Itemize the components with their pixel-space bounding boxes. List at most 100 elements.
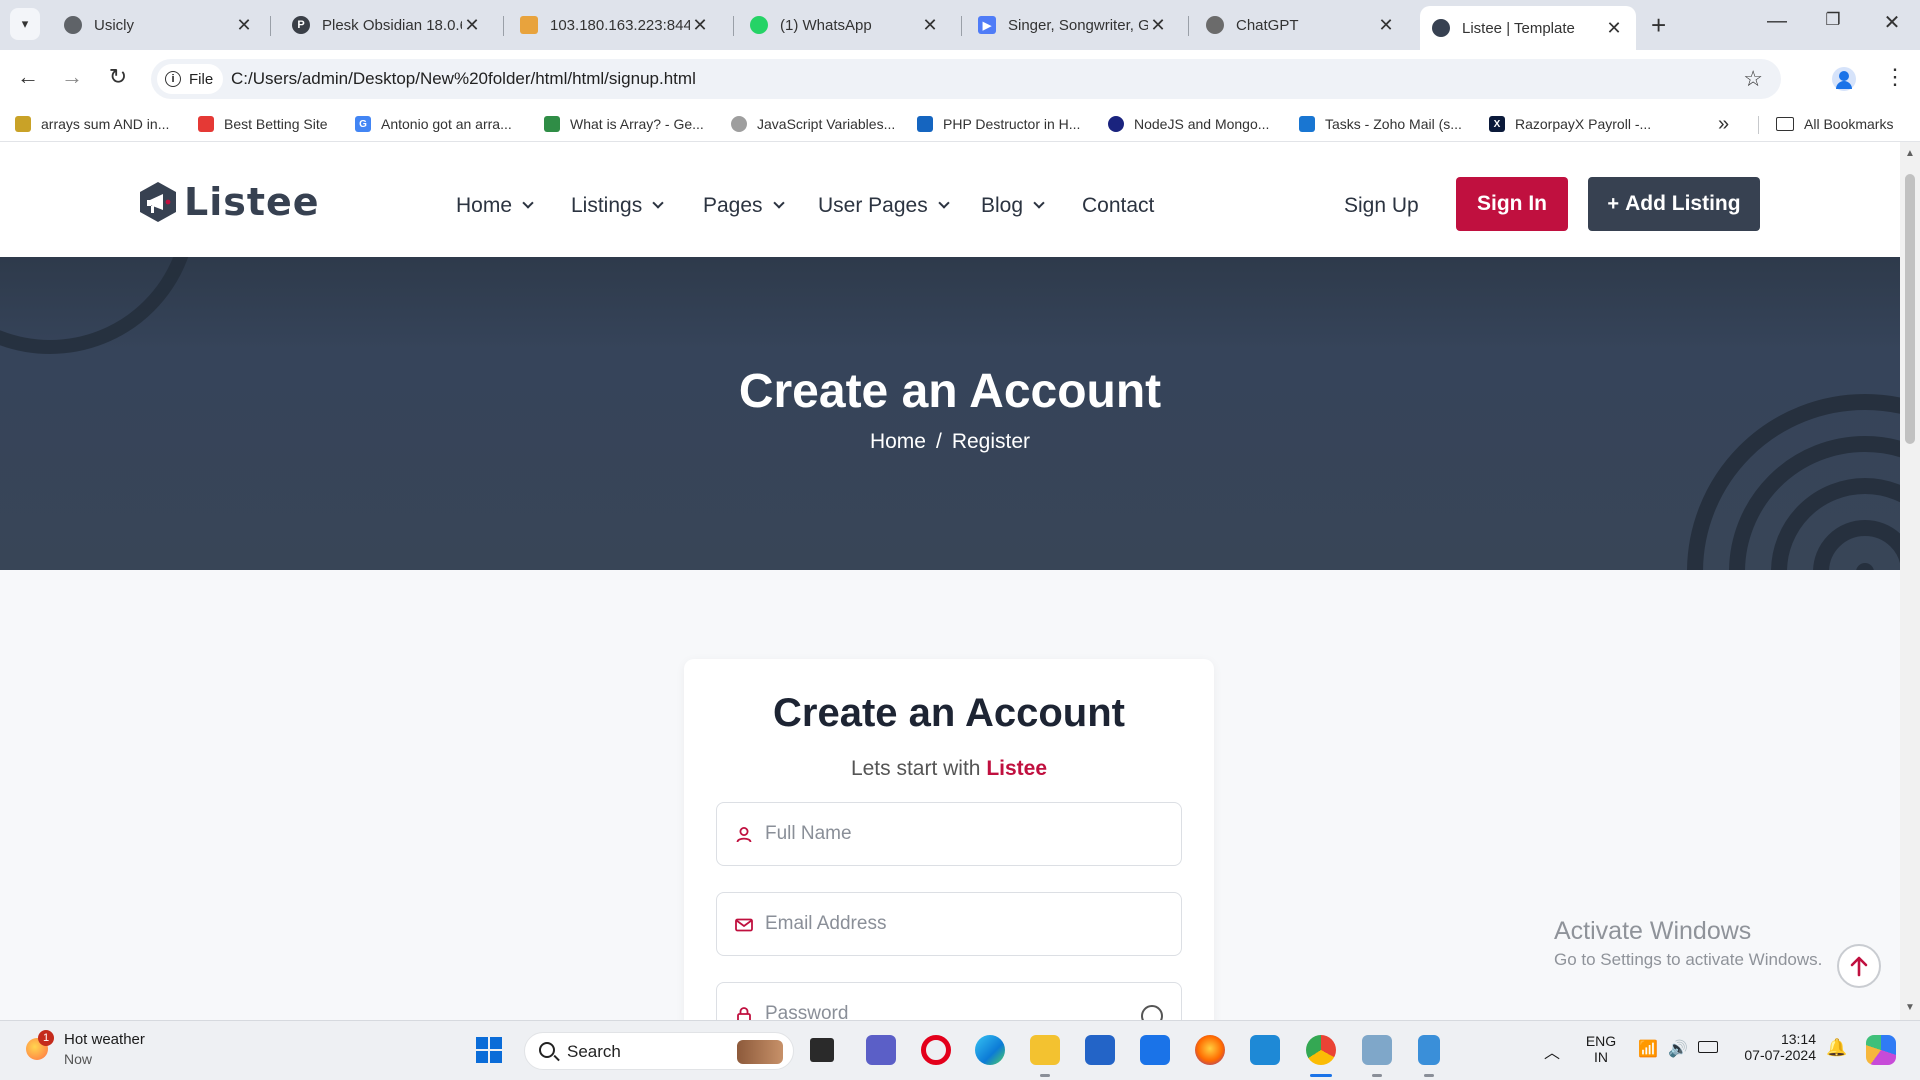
email-input[interactable] [765, 905, 1165, 943]
firefox-icon[interactable] [1195, 1035, 1225, 1065]
new-tab-button[interactable]: + [1651, 10, 1666, 41]
teams-icon[interactable] [866, 1035, 896, 1065]
url-text[interactable]: C:/Users/admin/Desktop/New%20folder/html… [231, 69, 696, 89]
nav-label: Pages [703, 194, 763, 217]
bookmark-item[interactable]: Tasks - Zoho Mail (s... [1299, 116, 1462, 132]
bookmark-item[interactable]: PHP Destructor in H... [917, 116, 1080, 132]
minimize-button[interactable]: — [1757, 10, 1797, 33]
bookmark-item[interactable]: arrays sum AND in... [15, 116, 169, 132]
bookmark-favicon-icon [1108, 116, 1124, 132]
tab-search-button[interactable]: ▾ [10, 8, 40, 40]
bookmark-item[interactable]: G Antonio got an arra... [355, 116, 512, 132]
battery-icon[interactable] [1698, 1041, 1718, 1053]
close-icon[interactable]: ✕ [462, 15, 482, 36]
chevron-down-icon [1033, 197, 1045, 209]
bookmark-star-icon[interactable]: ☆ [1743, 66, 1763, 92]
notification-bell-icon[interactable]: 🔔 [1826, 1038, 1847, 1058]
close-icon[interactable]: ✕ [1148, 15, 1168, 36]
close-icon[interactable]: ✕ [690, 15, 710, 36]
tab-listee[interactable]: Listee | Template ✕ [1420, 6, 1636, 50]
nav-home[interactable]: Home [456, 194, 534, 218]
opera-icon[interactable] [921, 1035, 951, 1065]
close-icon[interactable]: ✕ [920, 15, 940, 36]
reload-icon[interactable]: ↻ [103, 64, 133, 90]
restore-button[interactable]: ❐ [1813, 10, 1853, 30]
nav-user-pages[interactable]: User Pages [818, 194, 950, 218]
tab-title: 103.180.163.223:8443 [550, 16, 690, 34]
page-scrollbar[interactable]: ▲ ▼ [1900, 142, 1920, 1020]
notification-badge: 1 [38, 1030, 54, 1046]
close-icon[interactable]: ✕ [1376, 15, 1396, 36]
tab-chatgpt[interactable]: ChatGPT ✕ [1194, 8, 1408, 42]
wifi-icon[interactable]: 📶 [1638, 1039, 1658, 1059]
page-viewport: Listee Home Listings Pages User Pages Bl… [0, 142, 1900, 1020]
active-indicator [1310, 1074, 1332, 1077]
taskbar-search[interactable]: Search [524, 1032, 794, 1070]
breadcrumb-home[interactable]: Home [870, 430, 926, 453]
bookmark-item[interactable]: NodeJS and Mongo... [1108, 116, 1269, 132]
bookmark-item[interactable]: Best Betting Site [198, 116, 328, 132]
breadcrumb-current: Register [951, 430, 1031, 453]
tab-songwriter[interactable]: ▶ Singer, Songwriter, G ✕ [966, 8, 1180, 42]
nav-contact[interactable]: Contact [1082, 194, 1154, 218]
language-indicator[interactable]: ENG IN [1584, 1033, 1618, 1065]
vscode-icon[interactable] [1250, 1035, 1280, 1065]
scroll-down-arrow-icon[interactable]: ▼ [1905, 1002, 1915, 1013]
close-icon[interactable]: ✕ [234, 15, 254, 36]
windows-start-icon[interactable] [474, 1035, 504, 1065]
scrollbar-thumb[interactable] [1905, 174, 1915, 444]
tab-phpmyadmin[interactable]: 103.180.163.223:8443 ✕ [508, 8, 722, 42]
add-listing-label: Add Listing [1625, 192, 1741, 215]
add-listing-button[interactable]: + Add Listing [1588, 177, 1760, 231]
sign-up-link[interactable]: Sign Up [1344, 194, 1419, 218]
scroll-to-top-button[interactable] [1837, 944, 1881, 988]
site-logo[interactable]: Listee [138, 180, 320, 224]
task-view-icon[interactable] [810, 1038, 834, 1062]
volume-icon[interactable]: 🔊 [1668, 1039, 1688, 1059]
page-banner: Create an Account Home / Register [0, 257, 1900, 570]
nav-blog[interactable]: Blog [981, 194, 1045, 218]
sign-in-button[interactable]: Sign In [1456, 177, 1568, 231]
close-window-button[interactable]: ✕ [1872, 10, 1912, 35]
omnibox[interactable]: i File C:/Users/admin/Desktop/New%20fold… [151, 59, 1781, 99]
tab-plesk[interactable]: P Plesk Obsidian 18.0.6 ✕ [280, 8, 494, 42]
more-bookmarks-icon[interactable]: » [1718, 113, 1729, 136]
tray-overflow-chevron-icon[interactable]: ︿ [1544, 1039, 1560, 1063]
tab-usicly[interactable]: Usicly ✕ [52, 8, 266, 42]
profile-avatar-icon[interactable] [1832, 67, 1856, 91]
bookmark-item[interactable]: What is Array? - Ge... [544, 116, 704, 132]
forward-icon[interactable]: → [57, 64, 87, 90]
bookmark-label: What is Array? - Ge... [570, 116, 704, 132]
kebab-menu-icon[interactable]: ⋮ [1884, 64, 1906, 90]
notepad-icon[interactable] [1418, 1035, 1440, 1065]
microsoft-store-icon[interactable] [1085, 1035, 1115, 1065]
site-info-chip[interactable]: i File [157, 64, 224, 94]
edge-icon[interactable] [975, 1035, 1005, 1065]
copilot-icon[interactable] [1866, 1035, 1896, 1065]
tab-whatsapp[interactable]: (1) WhatsApp ✕ [738, 8, 952, 42]
network-app-icon[interactable] [1362, 1035, 1392, 1065]
chevron-down-icon [938, 197, 950, 209]
scroll-up-arrow-icon[interactable]: ▲ [1905, 148, 1915, 159]
search-icon [539, 1042, 555, 1058]
breadcrumb: Home / Register [0, 430, 1900, 454]
nav-listings[interactable]: Listings [571, 194, 664, 218]
chrome-icon[interactable] [1306, 1035, 1336, 1065]
logo-text: Listee [184, 180, 320, 224]
file-explorer-icon[interactable] [1030, 1035, 1060, 1065]
bookmark-item[interactable]: JavaScript Variables... [731, 116, 895, 132]
eye-icon[interactable] [1141, 1005, 1163, 1020]
clock[interactable]: 13:14 07-07-2024 [1728, 1031, 1816, 1063]
running-indicator [1040, 1074, 1050, 1077]
bookmark-label: NodeJS and Mongo... [1134, 116, 1270, 132]
close-icon[interactable]: ✕ [1604, 18, 1624, 39]
bookmark-item[interactable]: X RazorpayX Payroll -... [1489, 116, 1651, 132]
mail-icon [735, 918, 753, 932]
nav-pages[interactable]: Pages [703, 194, 785, 218]
globe-icon [64, 16, 82, 34]
full-name-input[interactable] [765, 815, 1165, 853]
all-bookmarks[interactable]: All Bookmarks [1776, 116, 1893, 132]
mail-app-icon[interactable] [1140, 1035, 1170, 1065]
password-input[interactable] [765, 995, 1165, 1020]
back-icon[interactable]: ← [13, 64, 43, 90]
